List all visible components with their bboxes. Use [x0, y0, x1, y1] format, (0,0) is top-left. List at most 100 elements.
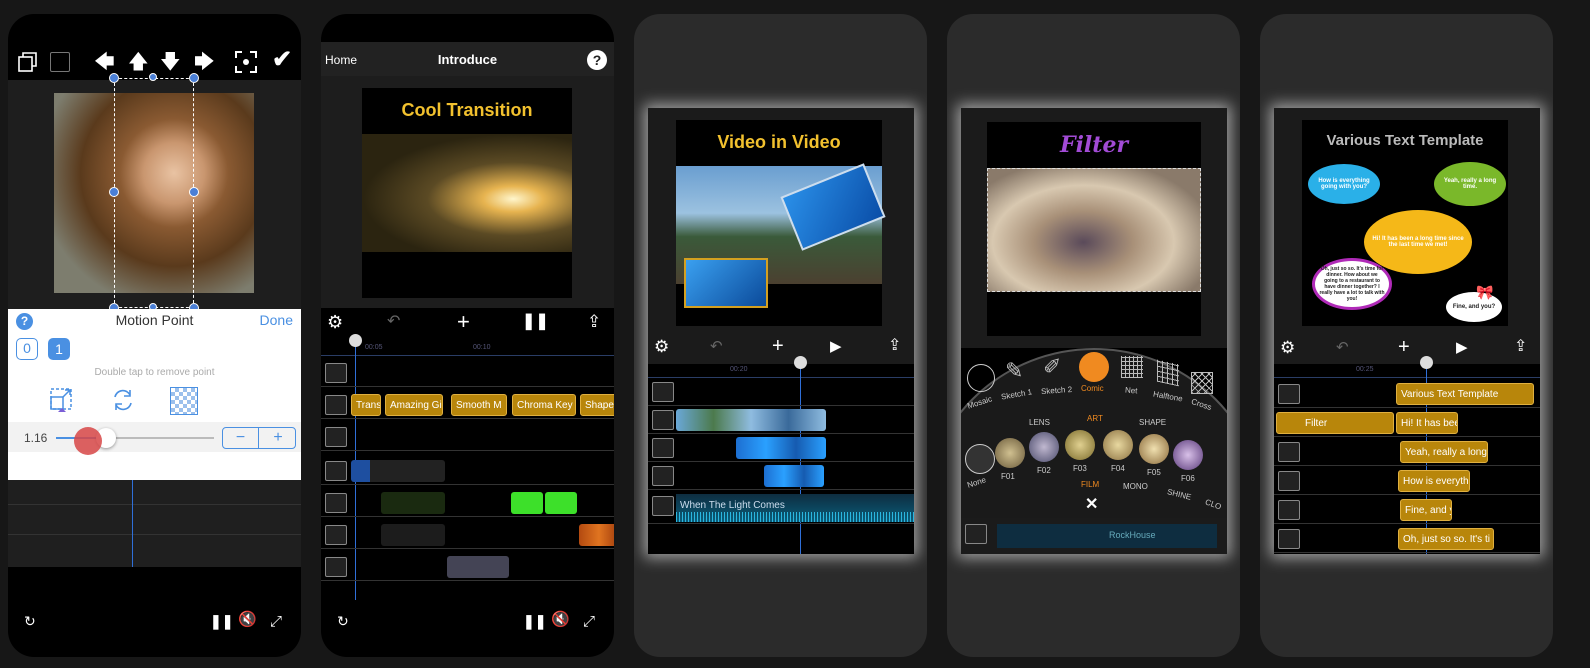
video-preview[interactable]: Video in Video: [676, 120, 886, 326]
video-preview[interactable]: Various Text Template How is everything …: [1302, 120, 1508, 326]
clip[interactable]: [764, 465, 824, 487]
increment-button[interactable]: +: [260, 428, 296, 448]
video-preview[interactable]: Filter: [987, 122, 1201, 336]
clip[interactable]: Oh, just so so. It's ti: [1398, 528, 1494, 550]
image-track-icon[interactable]: [652, 382, 674, 402]
play-icon[interactable]: ▶: [830, 339, 842, 354]
speech-bubble[interactable]: Yeah, really a long time.: [1434, 162, 1506, 206]
category-net[interactable]: [1121, 356, 1143, 378]
category-cross[interactable]: [1191, 372, 1213, 394]
pip-video[interactable]: [684, 258, 768, 308]
clip[interactable]: [545, 492, 577, 514]
filtered-image[interactable]: [987, 168, 1201, 292]
handle[interactable]: [149, 73, 157, 81]
fullscreen-icon[interactable]: ⤢: [583, 614, 595, 629]
help-button[interactable]: ?: [587, 50, 607, 70]
copy-icon[interactable]: [18, 52, 38, 72]
point-0-button[interactable]: 0: [16, 338, 38, 360]
clip[interactable]: [736, 437, 826, 459]
clip[interactable]: [579, 524, 614, 546]
decrement-button[interactable]: −: [223, 428, 259, 448]
audio-clip[interactable]: RockHouse: [997, 524, 1217, 548]
share-icon[interactable]: ⇪: [888, 338, 901, 354]
scale-icon[interactable]: [50, 385, 74, 413]
mute-icon[interactable]: 🔇: [238, 612, 257, 627]
text-track-icon[interactable]: [1278, 471, 1300, 491]
clip[interactable]: [381, 524, 445, 546]
fullscreen-icon[interactable]: ⤢: [270, 614, 282, 629]
undo-icon[interactable]: ↶: [1336, 340, 1349, 355]
audio-track-icon[interactable]: [965, 524, 987, 544]
playhead-knob[interactable]: [794, 356, 807, 369]
filter-f05[interactable]: [1139, 434, 1169, 464]
filter-f03[interactable]: [1065, 430, 1095, 460]
speech-bubble[interactable]: Oh, just so so. It's time for dinner. Ho…: [1312, 258, 1392, 310]
filter-f06[interactable]: [1173, 440, 1203, 470]
clip[interactable]: Chroma Key: [512, 394, 576, 416]
category-comic[interactable]: [1079, 352, 1109, 382]
arrow-right-icon[interactable]: 🡆: [194, 52, 215, 72]
clip[interactable]: Various Text Template: [1396, 383, 1534, 405]
add-icon[interactable]: +: [772, 336, 784, 356]
filter-f02[interactable]: [1029, 432, 1059, 462]
clip[interactable]: Trans: [351, 394, 381, 416]
text-track-icon[interactable]: [1278, 442, 1300, 462]
category-halftone[interactable]: [1157, 359, 1179, 387]
settings-icon[interactable]: ⚙: [327, 313, 343, 331]
image-track-icon[interactable]: [652, 466, 674, 486]
reset-icon[interactable]: ↻: [24, 614, 36, 628]
pause-icon[interactable]: ❚❚: [523, 614, 546, 628]
pause-icon[interactable]: ❚❚: [210, 614, 233, 628]
image-track-icon[interactable]: [325, 557, 347, 577]
add-icon[interactable]: +: [457, 311, 470, 333]
audio-track-icon[interactable]: [652, 496, 674, 516]
share-icon[interactable]: ⇪: [587, 313, 601, 330]
filter-none[interactable]: [965, 444, 995, 474]
category-sketch-2[interactable]: ✐: [1043, 354, 1061, 380]
share-icon[interactable]: ⇪: [1514, 339, 1527, 355]
clip[interactable]: [676, 409, 826, 431]
settings-icon[interactable]: ⚙: [1280, 339, 1295, 356]
play-icon[interactable]: ▶: [1456, 340, 1468, 355]
filter-f01[interactable]: [995, 438, 1025, 468]
settings-icon[interactable]: ⚙: [654, 338, 669, 355]
arrow-down-icon[interactable]: 🡇: [160, 52, 181, 72]
rotate-icon[interactable]: [110, 387, 136, 413]
text-track-icon[interactable]: [325, 363, 347, 383]
audio-clip[interactable]: When The Light Comes: [676, 494, 914, 522]
clip[interactable]: Shape: [580, 394, 614, 416]
handle[interactable]: [189, 73, 199, 83]
text-track-icon[interactable]: [1278, 529, 1300, 549]
category-sketch-1[interactable]: ✎: [1005, 358, 1023, 384]
undo-icon[interactable]: ↶: [710, 339, 723, 354]
clip[interactable]: Amazing Gi: [385, 394, 443, 416]
clip[interactable]: Hi! It has bee: [1396, 412, 1458, 434]
clip[interactable]: Yeah, really a long: [1400, 441, 1488, 463]
checkmark-icon[interactable]: ✔: [272, 48, 292, 72]
done-button[interactable]: Done: [260, 312, 293, 328]
image-track-icon[interactable]: [652, 410, 674, 430]
category-mosaic[interactable]: [967, 364, 995, 392]
speech-bubble[interactable]: Hi! It has been a long time since the la…: [1364, 210, 1472, 274]
square-icon[interactable]: [50, 52, 70, 72]
text-track-icon[interactable]: [325, 395, 347, 415]
image-track-icon[interactable]: [325, 461, 347, 481]
mute-icon[interactable]: 🔇: [551, 612, 570, 627]
clip[interactable]: [511, 492, 543, 514]
image-track-icon[interactable]: [325, 493, 347, 513]
undo-icon[interactable]: ↶: [387, 314, 400, 330]
add-icon[interactable]: +: [1398, 337, 1410, 357]
clip[interactable]: Filter: [1276, 412, 1394, 434]
filter-f04[interactable]: [1103, 430, 1133, 460]
close-button[interactable]: ✕: [1085, 494, 1098, 514]
clip[interactable]: How is everythi: [1398, 470, 1470, 492]
clip[interactable]: [447, 556, 509, 578]
pause-icon[interactable]: ❚❚: [522, 314, 549, 330]
text-track-icon[interactable]: [1278, 384, 1300, 404]
video-preview[interactable]: Cool Transition: [362, 88, 572, 298]
clip[interactable]: Fine, and y: [1400, 499, 1452, 521]
selection-box[interactable]: [114, 78, 194, 308]
reset-icon[interactable]: ↻: [337, 614, 349, 628]
image-track-icon[interactable]: [325, 525, 347, 545]
point-1-button[interactable]: 1: [48, 338, 70, 360]
